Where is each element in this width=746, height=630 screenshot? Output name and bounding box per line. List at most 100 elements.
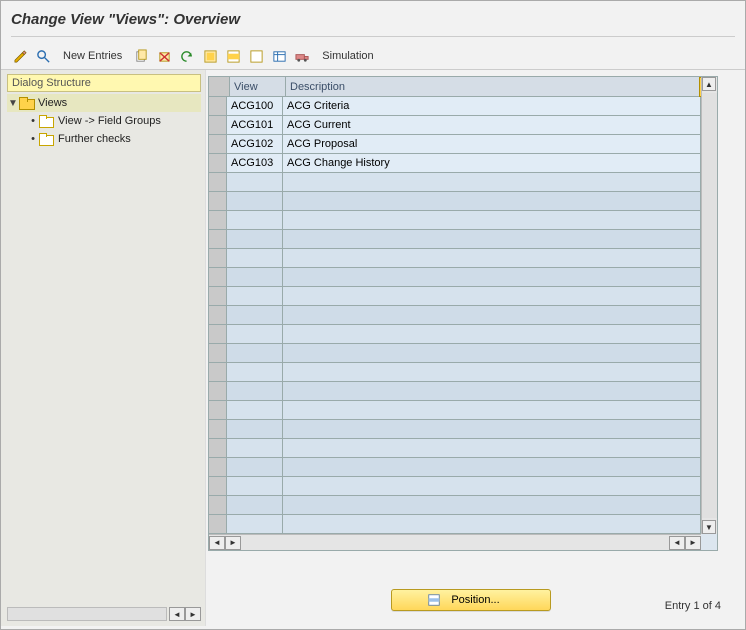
table-row-empty[interactable]: [209, 477, 701, 496]
row-selector[interactable]: [209, 382, 227, 401]
cell-description[interactable]: [283, 192, 701, 211]
cell-view[interactable]: [227, 515, 283, 534]
tree-horizontal-scrollbar[interactable]: ◄ ►: [7, 606, 201, 622]
row-selector[interactable]: [209, 458, 227, 477]
row-selector[interactable]: [209, 344, 227, 363]
cell-view[interactable]: ACG102: [227, 135, 283, 154]
row-selector[interactable]: [209, 325, 227, 344]
table-row[interactable]: ACG100ACG Criteria: [209, 97, 701, 116]
table-row-empty[interactable]: [209, 192, 701, 211]
cell-view[interactable]: [227, 401, 283, 420]
cell-description[interactable]: [283, 230, 701, 249]
cell-description[interactable]: ACG Criteria: [283, 97, 701, 116]
tree-node-views[interactable]: ▼ Views: [7, 94, 201, 112]
table-row-empty[interactable]: [209, 496, 701, 515]
cell-description[interactable]: [283, 249, 701, 268]
cell-view[interactable]: [227, 192, 283, 211]
cell-view[interactable]: [227, 306, 283, 325]
cell-view[interactable]: [227, 325, 283, 344]
cell-view[interactable]: [227, 268, 283, 287]
table-row-empty[interactable]: [209, 211, 701, 230]
row-selector[interactable]: [209, 363, 227, 382]
tree-node-further-checks[interactable]: • Further checks: [7, 130, 201, 148]
table-row-empty[interactable]: [209, 325, 701, 344]
table-settings-icon[interactable]: [270, 47, 289, 65]
cell-view[interactable]: [227, 249, 283, 268]
cell-view[interactable]: [227, 458, 283, 477]
table-row-empty[interactable]: [209, 306, 701, 325]
cell-view[interactable]: [227, 496, 283, 515]
row-selector[interactable]: [209, 192, 227, 211]
scroll-right-icon[interactable]: ►: [185, 607, 201, 621]
table-row-empty[interactable]: [209, 401, 701, 420]
row-selector-header[interactable]: [209, 77, 230, 97]
cell-description[interactable]: [283, 477, 701, 496]
cell-description[interactable]: [283, 439, 701, 458]
row-selector[interactable]: [209, 116, 227, 135]
simulation-button[interactable]: Simulation: [316, 50, 379, 62]
row-selector[interactable]: [209, 306, 227, 325]
row-selector[interactable]: [209, 401, 227, 420]
find-icon[interactable]: [34, 47, 53, 65]
table-row-empty[interactable]: [209, 515, 701, 534]
position-button[interactable]: Position...: [391, 589, 551, 611]
row-selector[interactable]: [209, 154, 227, 173]
expand-collapse-icon[interactable]: ▼: [7, 98, 19, 109]
scroll-up-icon[interactable]: ▲: [702, 77, 716, 91]
cell-description[interactable]: [283, 306, 701, 325]
table-row-empty[interactable]: [209, 420, 701, 439]
cell-view[interactable]: [227, 439, 283, 458]
cell-view[interactable]: ACG101: [227, 116, 283, 135]
cell-description[interactable]: [283, 382, 701, 401]
cell-description[interactable]: [283, 211, 701, 230]
table-row-empty[interactable]: [209, 249, 701, 268]
table-row-empty[interactable]: [209, 458, 701, 477]
copy-icon[interactable]: [132, 47, 151, 65]
row-selector[interactable]: [209, 211, 227, 230]
scroll-track[interactable]: [702, 93, 717, 518]
deselect-all-icon[interactable]: [247, 47, 266, 65]
cell-view[interactable]: [227, 230, 283, 249]
column-header-description[interactable]: Description: [286, 77, 701, 97]
scroll-track[interactable]: [7, 607, 167, 621]
cell-description[interactable]: ACG Current: [283, 116, 701, 135]
grid-vertical-scrollbar[interactable]: ▲ ▼: [701, 77, 717, 534]
table-row-empty[interactable]: [209, 344, 701, 363]
row-selector[interactable]: [209, 97, 227, 116]
scroll-left-icon[interactable]: ◄: [209, 536, 225, 550]
row-selector[interactable]: [209, 268, 227, 287]
table-row-empty[interactable]: [209, 439, 701, 458]
grid-horizontal-scrollbar[interactable]: ◄ ► ◄ ►: [209, 534, 701, 550]
cell-description[interactable]: [283, 268, 701, 287]
cell-description[interactable]: [283, 496, 701, 515]
row-selector[interactable]: [209, 249, 227, 268]
cell-view[interactable]: [227, 211, 283, 230]
table-row-empty[interactable]: [209, 382, 701, 401]
table-row-empty[interactable]: [209, 268, 701, 287]
cell-view[interactable]: [227, 287, 283, 306]
select-block-icon[interactable]: [224, 47, 243, 65]
table-row-empty[interactable]: [209, 363, 701, 382]
row-selector[interactable]: [209, 230, 227, 249]
table-row[interactable]: ACG103ACG Change History: [209, 154, 701, 173]
cell-description[interactable]: [283, 458, 701, 477]
cell-view[interactable]: [227, 363, 283, 382]
row-selector[interactable]: [209, 287, 227, 306]
row-selector[interactable]: [209, 515, 227, 534]
cell-description[interactable]: ACG Proposal: [283, 135, 701, 154]
cell-view[interactable]: [227, 382, 283, 401]
cell-view[interactable]: [227, 477, 283, 496]
scroll-down-icon[interactable]: ▼: [702, 520, 716, 534]
table-row[interactable]: ACG101ACG Current: [209, 116, 701, 135]
new-entries-button[interactable]: New Entries: [57, 50, 128, 62]
cell-description[interactable]: [283, 401, 701, 420]
select-all-icon[interactable]: [201, 47, 220, 65]
tree-node-field-groups[interactable]: • View -> Field Groups: [7, 112, 201, 130]
table-row-empty[interactable]: [209, 287, 701, 306]
cell-view[interactable]: ACG100: [227, 97, 283, 116]
cell-view[interactable]: [227, 344, 283, 363]
row-selector[interactable]: [209, 477, 227, 496]
row-selector[interactable]: [209, 135, 227, 154]
table-row-empty[interactable]: [209, 230, 701, 249]
cell-view[interactable]: [227, 420, 283, 439]
